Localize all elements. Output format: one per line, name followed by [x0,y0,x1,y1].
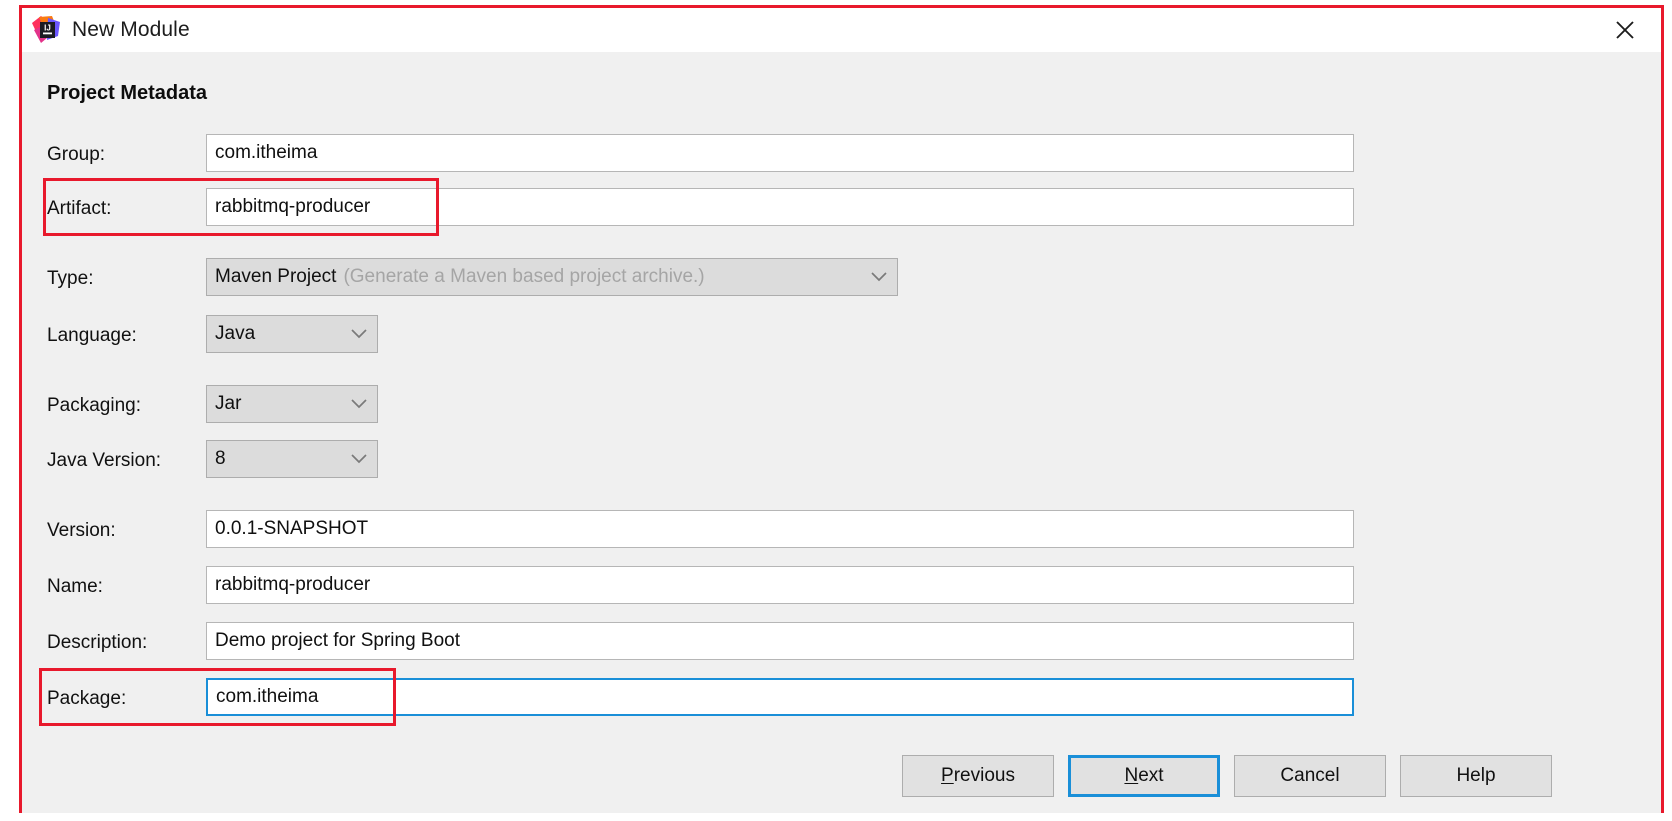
new-module-dialog: IJ New Module Project Metadata Group: co… [19,5,1664,813]
chevron-down-icon [351,448,367,470]
previous-rest: revious [953,765,1015,786]
previous-button-label: Previous [941,765,1015,787]
chevron-down-icon [351,323,367,345]
previous-button[interactable]: Previous [902,755,1054,797]
package-input[interactable]: com.itheima [206,678,1354,716]
dialog-body: Project Metadata Group: com.itheima Arti… [22,52,1661,813]
next-button[interactable]: Next [1068,755,1220,797]
type-value: Maven Project [215,266,337,287]
java-version-label: Java Version: [47,450,162,471]
page-title: Project Metadata [47,82,208,104]
packaging-value: Jar [215,393,242,414]
description-label: Description: [47,632,148,653]
java-version-dropdown[interactable]: 8 [206,440,378,478]
language-dropdown[interactable]: Java [206,315,378,353]
artifact-label: Artifact: [47,198,112,219]
language-label: Language: [47,325,137,346]
name-label: Name: [47,576,103,597]
close-icon[interactable] [1603,15,1647,45]
type-hint: (Generate a Maven based project archive.… [343,266,705,287]
intellij-idea-logo-icon: IJ [32,16,60,44]
group-input[interactable]: com.itheima [206,134,1354,172]
package-label: Package: [47,688,127,709]
dialog-button-bar: Previous Next Cancel Help [22,755,1661,801]
version-label: Version: [47,520,116,541]
help-button[interactable]: Help [1400,755,1552,797]
name-input[interactable]: rabbitmq-producer [206,566,1354,604]
description-input[interactable]: Demo project for Spring Boot [206,622,1354,660]
java-version-value: 8 [215,448,226,469]
artifact-input[interactable]: rabbitmq-producer [206,188,1354,226]
previous-mnemonic: P [941,765,954,786]
dialog-title: New Module [72,18,190,41]
language-value: Java [215,323,256,344]
chevron-down-icon [351,393,367,415]
next-mnemonic: N [1124,765,1139,786]
svg-text:IJ: IJ [44,24,51,33]
packaging-label: Packaging: [47,395,142,416]
cancel-button[interactable]: Cancel [1234,755,1386,797]
chevron-down-icon [871,266,887,288]
next-button-label: Next [1124,765,1163,787]
dialog-title-bar: IJ New Module [22,8,1661,52]
group-label: Group: [47,144,106,165]
next-rest: ext [1138,765,1164,786]
type-dropdown[interactable]: Maven Project (Generate a Maven based pr… [206,258,898,296]
version-input[interactable]: 0.0.1-SNAPSHOT [206,510,1354,548]
packaging-dropdown[interactable]: Jar [206,385,378,423]
type-label: Type: [47,268,94,289]
